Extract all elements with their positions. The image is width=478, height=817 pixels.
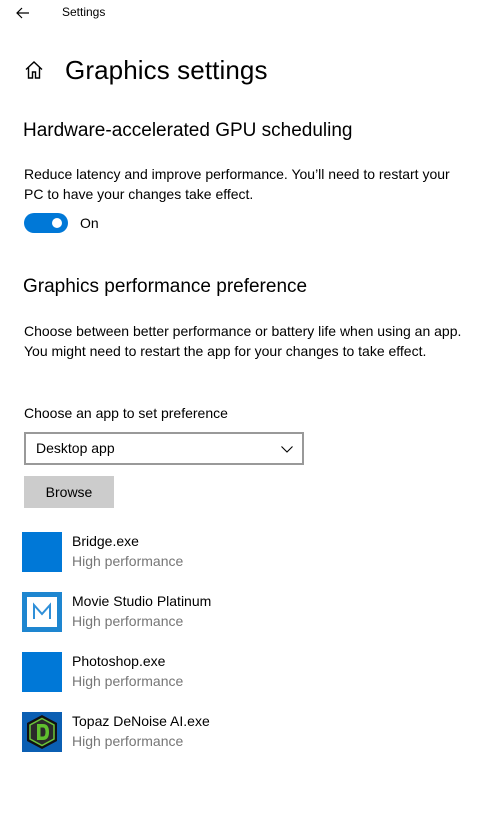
app-list: Bridge.exe High performance Movie Studio… [22,532,462,772]
back-arrow-icon [16,7,29,19]
blank-app-icon [22,652,62,692]
page-header: Graphics settings [22,50,268,90]
gpu-scheduling-toggle[interactable] [24,213,68,233]
home-icon [25,61,43,79]
browse-button[interactable]: Browse [24,476,114,508]
app-preference: High performance [72,673,184,689]
app-name: Topaz DeNoise AI.exe [72,713,210,729]
blank-app-icon [22,532,62,572]
app-item-movie-studio[interactable]: Movie Studio Platinum High performance [22,592,462,632]
app-preference: High performance [72,553,184,569]
title-bar: Settings [0,0,478,26]
choose-app-label: Choose an app to set preference [24,405,228,421]
app-name: Bridge.exe [72,533,139,549]
gpu-scheduling-heading: Hardware-accelerated GPU scheduling [23,120,353,141]
movie-studio-icon [22,592,62,632]
back-button[interactable] [10,2,36,24]
dropdown-selected-value: Desktop app [36,440,115,456]
topaz-denoise-icon [22,712,62,752]
app-item-bridge[interactable]: Bridge.exe High performance [22,532,462,572]
gpu-scheduling-toggle-row: On [24,213,99,233]
app-type-dropdown[interactable]: Desktop app [24,432,304,465]
app-preference: High performance [72,733,184,749]
toggle-knob [52,218,62,228]
toggle-state-label: On [80,215,99,231]
performance-preference-description: Choose between better performance or bat… [24,323,462,359]
performance-preference-heading: Graphics performance preference [23,276,308,297]
gpu-scheduling-description: Reduce latency and improve performance. … [24,166,450,202]
window-title: Settings [62,5,106,19]
app-item-topaz-denoise[interactable]: Topaz DeNoise AI.exe High performance [22,712,462,752]
page-title: Graphics settings [65,54,268,85]
app-item-photoshop[interactable]: Photoshop.exe High performance [22,652,462,692]
home-button[interactable] [22,58,46,82]
app-name: Photoshop.exe [72,653,166,669]
app-preference: High performance [72,613,184,629]
chevron-down-icon [281,446,293,453]
app-name: Movie Studio Platinum [72,593,212,609]
